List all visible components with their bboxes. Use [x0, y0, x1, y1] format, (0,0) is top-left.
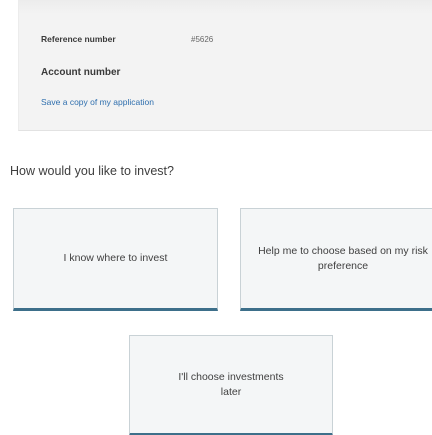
option-label: I know where to invest: [63, 252, 168, 264]
application-summary-panel: Reference number #5626 Account number Sa…: [18, 0, 432, 131]
option-choose-by-risk[interactable]: Help me to choose based on my risk prefe…: [240, 208, 432, 311]
panel-top-fade: [19, 0, 432, 14]
save-application-link[interactable]: Save a copy of my application: [41, 97, 154, 107]
option-label: I'll choose investments later: [178, 370, 284, 398]
account-number-label: Account number: [41, 67, 121, 78]
option-label: Help me to choose based on my risk prefe…: [258, 244, 428, 272]
reference-number-label: Reference number: [41, 34, 116, 44]
option-know-where-to-invest[interactable]: I know where to invest: [13, 208, 218, 311]
invest-question-heading: How would you like to invest?: [10, 164, 174, 178]
option-choose-later[interactable]: I'll choose investments later: [129, 335, 333, 435]
reference-number-value: #5626: [191, 35, 214, 44]
application-page: Reference number #5626 Account number Sa…: [0, 0, 432, 435]
